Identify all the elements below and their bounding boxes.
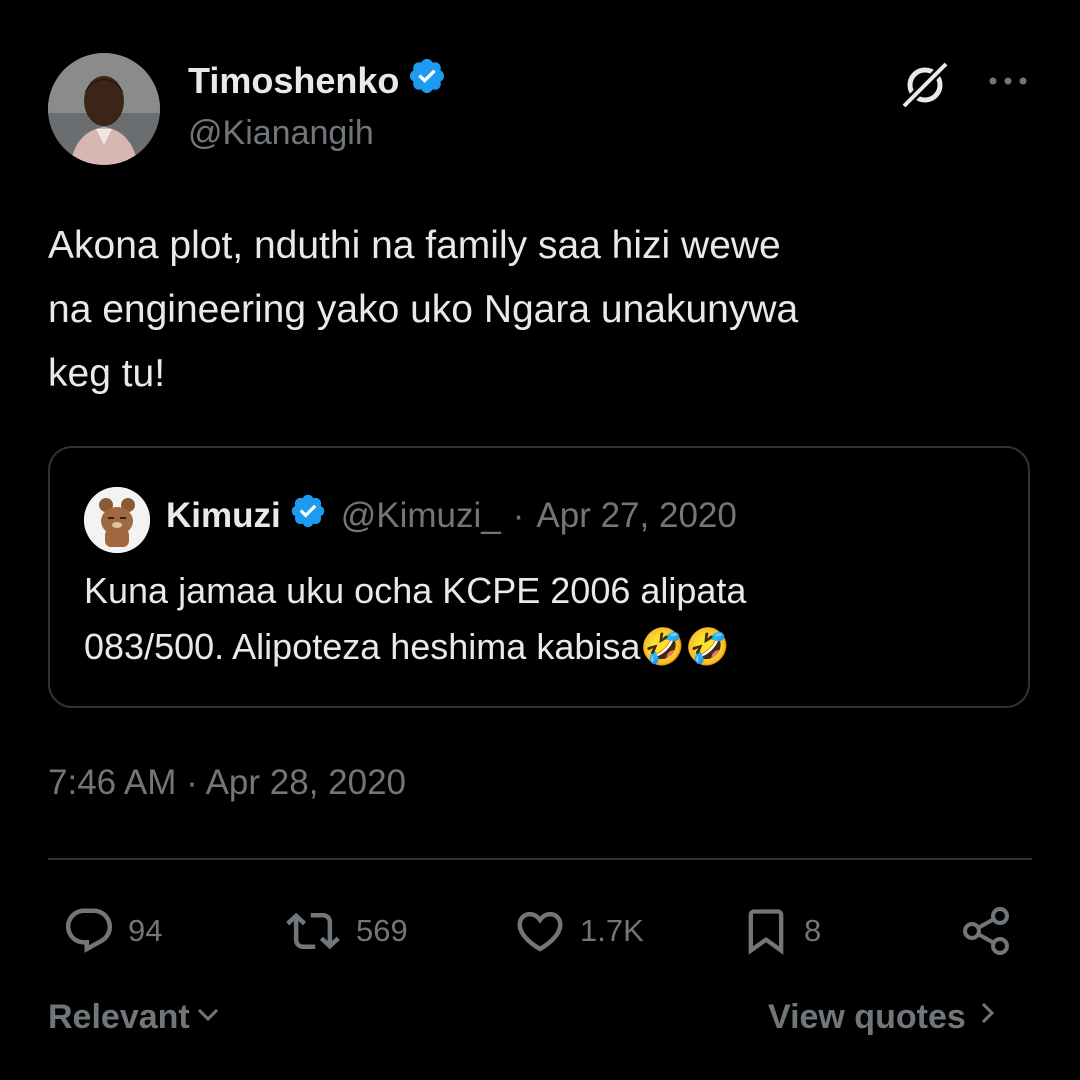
quote-author-handle[interactable]: @Kimuzi_: [341, 496, 501, 536]
author-name-text: Timoshenko: [188, 59, 400, 101]
quote-author-avatar: [84, 487, 150, 553]
bookmark-button[interactable]: 8: [740, 900, 821, 962]
like-button[interactable]: 1.7K: [512, 900, 644, 962]
heart-icon: [512, 904, 568, 958]
share-icon: [958, 902, 1016, 960]
quote-text-line: Kuna jamaa uku ocha KCPE 2006 alipata: [84, 570, 747, 611]
tweet-text: Akona plot, nduthi na family saa hizi we…: [48, 214, 1038, 406]
repost-count: 569: [356, 913, 408, 948]
quote-text: Kuna jamaa uku ocha KCPE 2006 alipata 08…: [84, 563, 1004, 675]
quote-header: Kimuzi @Kimuzi_ · Apr 27, 2020: [166, 492, 737, 539]
tweet-text-line: keg tu!: [48, 352, 166, 395]
divider: [48, 858, 1032, 860]
view-quotes-link[interactable]: View quotes: [768, 998, 998, 1037]
verified-badge-icon: [289, 492, 327, 539]
reply-button[interactable]: 94: [62, 900, 162, 962]
sort-label: Relevant: [48, 998, 190, 1036]
tweet-timestamp[interactable]: 7:46 AM · Apr 28, 2020: [48, 763, 406, 803]
reply-icon: [62, 904, 116, 958]
grok-icon[interactable]: [898, 58, 952, 112]
author-handle[interactable]: @Kianangih: [188, 114, 374, 153]
view-quotes-label: View quotes: [768, 998, 966, 1036]
repost-button[interactable]: 569: [282, 900, 408, 962]
chevron-right-icon: [978, 998, 998, 1037]
repost-icon: [282, 904, 344, 958]
chevron-down-icon: [194, 998, 222, 1037]
bookmark-icon: [740, 902, 792, 960]
bookmark-count: 8: [804, 913, 822, 948]
quote-date[interactable]: Apr 27, 2020: [536, 496, 736, 536]
quote-separator: ·: [512, 495, 525, 535]
verified-badge-icon: [407, 56, 447, 105]
sort-replies-dropdown[interactable]: Relevant: [48, 998, 222, 1037]
more-icon[interactable]: [985, 66, 1031, 96]
like-count: 1.7K: [580, 913, 644, 948]
author-avatar[interactable]: [48, 53, 160, 165]
share-button[interactable]: [958, 900, 1016, 962]
quote-author-name[interactable]: Kimuzi: [166, 496, 281, 536]
tweet-text-line: na engineering yako uko Ngara unakunywa: [48, 288, 799, 331]
quote-text-line: 083/500. Alipoteza heshima kabisa🤣🤣: [84, 626, 731, 667]
tweet-text-line: Akona plot, nduthi na family saa hizi we…: [48, 224, 781, 267]
author-name[interactable]: Timoshenko: [188, 56, 447, 105]
reply-count: 94: [128, 913, 163, 948]
